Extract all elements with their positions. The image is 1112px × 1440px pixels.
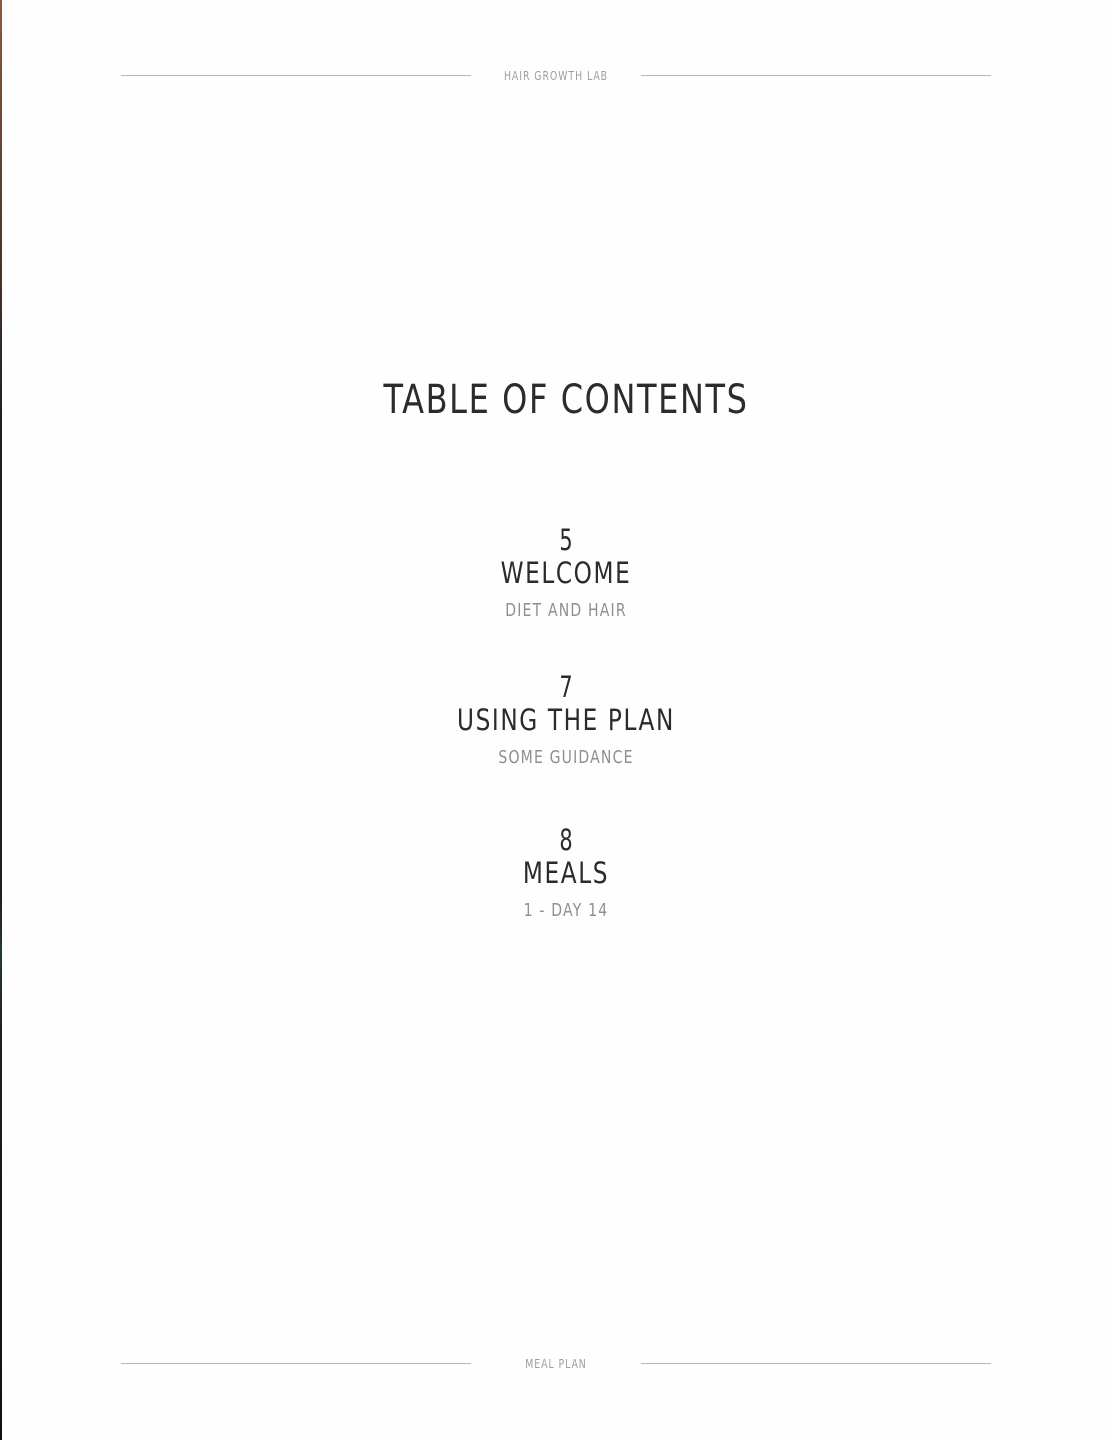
footer-rule-right: [641, 1363, 991, 1364]
footer-rule-left: [121, 1363, 471, 1364]
toc-entry-page-number: 7: [559, 670, 573, 704]
header-rule-left: [121, 75, 471, 76]
toc-entry-page-number: 5: [559, 523, 573, 557]
toc-entry-using-the-plan[interactable]: 7 USING THE PLAN SOME GUIDANCE: [0, 671, 1112, 769]
toc-entry-subtitle: SOME GUIDANCE: [498, 747, 634, 768]
toc-entry-welcome[interactable]: 5 WELCOME DIET AND HAIR: [0, 524, 1112, 622]
toc-entry-title: USING THE PLAN: [457, 703, 675, 737]
toc-entry-subtitle: DIET AND HAIR: [505, 600, 627, 621]
toc-entry-title: MEALS: [522, 856, 610, 890]
toc-entry-page-number: 8: [559, 823, 573, 857]
toc-entry-title: WELCOME: [500, 556, 632, 590]
page-title: TABLE OF CONTENTS: [383, 377, 749, 423]
header-rule-right: [641, 75, 991, 76]
toc-entry-subtitle: 1 - DAY 14: [523, 900, 609, 921]
header-label: HAIR GROWTH LAB: [503, 69, 609, 83]
toc-entry-meals[interactable]: 8 MEALS 1 - DAY 14: [0, 824, 1112, 922]
footer-label: MEAL PLAN: [525, 1357, 587, 1371]
